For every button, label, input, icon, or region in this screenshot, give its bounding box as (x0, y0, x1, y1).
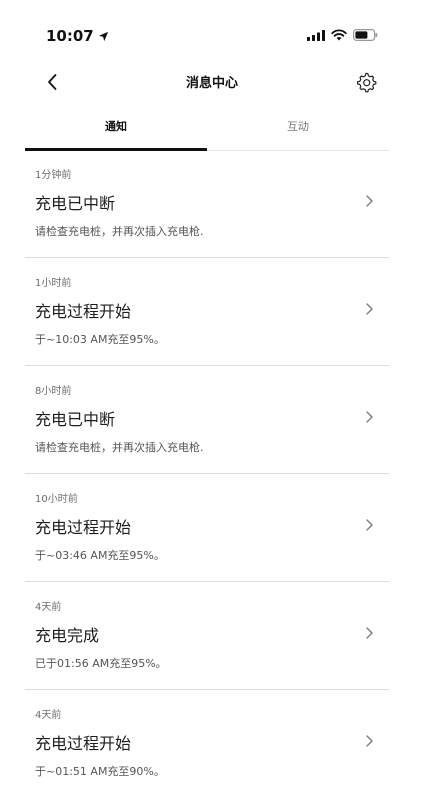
status-icons (307, 29, 378, 41)
tab-notifications[interactable]: 通知 (25, 106, 207, 146)
wifi-icon (331, 29, 347, 41)
notification-time: 4天前 (35, 710, 62, 721)
chevron-right-icon (366, 627, 373, 639)
notification-item[interactable]: 1分钟前 充电已中断 请检查充电桩，并再次插入充电枪. (25, 150, 389, 258)
notification-item[interactable]: 8小时前 充电已中断 请检查充电桩，并再次插入充电枪. (25, 366, 389, 474)
chevron-right-icon (366, 519, 373, 531)
chevron-right-icon (366, 411, 373, 423)
notification-item[interactable]: 4天前 充电过程开始 于~01:51 AM充至90%。 (25, 690, 389, 797)
chevron-right-icon (366, 195, 373, 207)
cellular-signal-icon (307, 29, 325, 41)
notification-item[interactable]: 1小时前 充电过程开始 于~10:03 AM充至95%。 (25, 258, 389, 366)
tab-interactions[interactable]: 互动 (207, 106, 389, 146)
notification-time: 4天前 (35, 602, 62, 613)
tab-notifications-label: 通知 (105, 120, 127, 133)
notification-time: 10小时前 (35, 494, 78, 505)
status-time-text: 10:07 (46, 27, 94, 45)
notification-desc: 于~10:03 AM充至95%。 (35, 333, 165, 346)
notification-time: 1小时前 (35, 278, 72, 289)
notification-desc: 于~01:51 AM充至90%。 (35, 765, 165, 778)
status-time: 10:07 (46, 27, 109, 45)
notification-item[interactable]: 10小时前 充电过程开始 于~03:46 AM充至95%。 (25, 474, 389, 582)
notification-title: 充电已中断 (35, 410, 116, 429)
nav-bar: 消息中心 (0, 62, 424, 102)
chevron-right-icon (366, 735, 373, 747)
notification-title: 充电过程开始 (35, 302, 132, 321)
notification-item[interactable]: 4天前 充电完成 已于01:56 AM充至95%。 (25, 582, 389, 690)
notification-title: 充电完成 (35, 626, 100, 645)
notification-desc: 请检查充电桩，并再次插入充电枪. (35, 441, 204, 454)
battery-icon (353, 29, 378, 41)
notification-desc: 于~03:46 AM充至95%。 (35, 549, 165, 562)
notification-title: 充电过程开始 (35, 518, 132, 537)
notification-time: 1分钟前 (35, 170, 72, 181)
notification-title: 充电过程开始 (35, 734, 132, 753)
notification-desc: 请检查充电桩，并再次插入充电枪. (35, 225, 204, 238)
chevron-right-icon (366, 303, 373, 315)
notification-time: 8小时前 (35, 386, 72, 397)
tab-bar: 通知 互动 (25, 106, 389, 151)
tab-interactions-label: 互动 (287, 120, 309, 133)
notification-desc: 已于01:56 AM充至95%。 (35, 657, 167, 670)
notification-list: 1分钟前 充电已中断 请检查充电桩，并再次插入充电枪. 1小时前 充电过程开始 … (25, 150, 389, 797)
settings-button[interactable] (352, 68, 380, 96)
location-arrow-icon (98, 31, 108, 41)
status-bar: 10:07 (0, 0, 424, 62)
gear-icon (356, 72, 377, 93)
notification-title: 充电已中断 (35, 194, 116, 213)
